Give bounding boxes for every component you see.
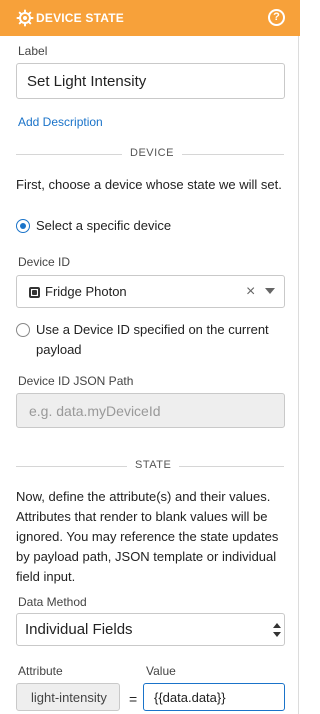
state-intro-text: Now, define the attribute(s) and their v… [16,489,279,584]
label-input-value: Set Light Intensity [27,72,147,90]
data-method-select[interactable]: Individual Fields [16,613,285,646]
add-description-link[interactable]: Add Description [18,115,103,129]
chevron-down-icon[interactable] [265,288,275,294]
json-path-input: e.g. data.myDeviceId [16,393,285,428]
state-section-divider: STATE [16,459,284,471]
help-icon[interactable]: ? [268,9,285,26]
attribute-value: light-intensity [31,689,107,705]
attribute-input[interactable]: light-intensity [16,683,120,711]
radio-specific-device[interactable] [16,219,30,233]
value-input[interactable]: {{data.data}} [143,683,285,711]
json-path-label: Device ID JSON Path [18,374,134,388]
device-intro-text: First, choose a device whose state we wi… [16,177,282,192]
value-text: {{data.data}} [154,689,226,705]
device-section-title: DEVICE [122,147,182,159]
state-section-title: STATE [127,459,180,471]
label-field-label: Label [18,44,48,58]
clear-icon[interactable]: × [246,283,255,301]
radio-specific-device-label: Select a specific device [36,218,172,233]
gear-icon [16,9,34,27]
json-path-placeholder: e.g. data.myDeviceId [29,402,161,419]
up-down-arrows-icon [273,623,281,638]
panel-title: DEVICE STATE [36,11,124,25]
radio-payload-device-label: Use a Device ID specified on the current… [36,322,269,357]
device-section-divider: DEVICE [16,147,284,159]
panel-header: DEVICE STATE ? [0,0,300,36]
data-method-label: Data Method [18,595,87,609]
device-id-label: Device ID [18,255,71,269]
device-chip-icon [29,287,40,298]
device-id-select[interactable]: Fridge Photon × [16,275,285,308]
equals-sign: = [129,691,138,707]
value-column-header: Value [146,664,176,678]
attribute-column-header: Attribute [18,664,63,678]
device-id-value: Fridge Photon [45,284,127,299]
label-input[interactable]: Set Light Intensity [16,63,285,99]
data-method-value: Individual Fields [25,621,133,638]
radio-payload-device[interactable] [16,323,30,337]
